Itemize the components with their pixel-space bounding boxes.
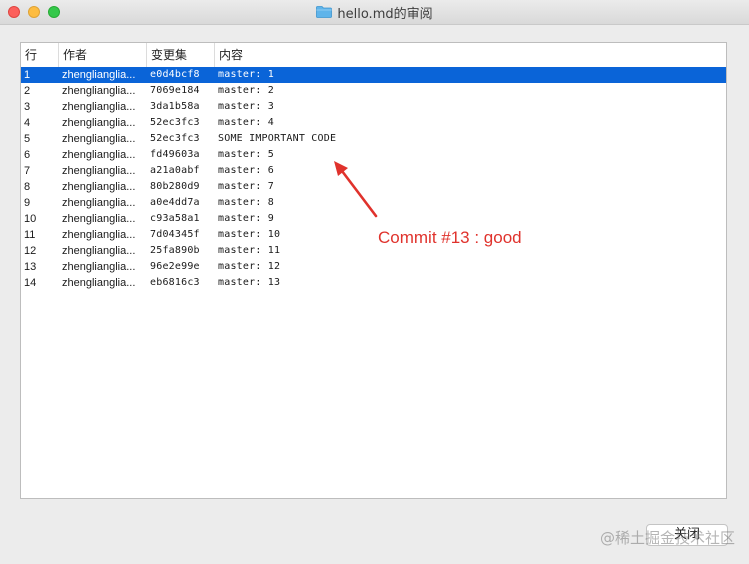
cell-line: 1 [24, 69, 31, 81]
cell-content: master: 6 [218, 165, 274, 176]
annotation-label: Commit #13 : good [378, 228, 522, 247]
cell-changeset: fd49603a [150, 149, 200, 160]
cell-content: master: 3 [218, 101, 274, 112]
cell-content: master: 9 [218, 213, 274, 224]
cell-content: master: 13 [218, 277, 281, 288]
cell-line: 12 [24, 245, 37, 257]
title-bar[interactable]: hello.md的审阅 [0, 0, 749, 25]
cell-content: master: 1 [218, 69, 274, 80]
cell-author: zhenglianglia... [62, 69, 136, 81]
cell-content: master: 7 [218, 181, 274, 192]
cell-changeset: 52ec3fc3 [150, 117, 200, 128]
cell-changeset: 7d04345f [150, 229, 200, 240]
window-title-wrap: hello.md的审阅 [0, 0, 749, 24]
cell-line: 10 [24, 213, 37, 225]
cell-line: 7 [24, 165, 31, 177]
cell-line: 11 [24, 229, 36, 241]
cell-author: zhenglianglia... [62, 133, 136, 145]
column-header-changeset[interactable]: 变更集 [147, 43, 215, 67]
cell-author: zhenglianglia... [62, 181, 136, 193]
cell-author: zhenglianglia... [62, 261, 136, 273]
cell-line: 3 [24, 101, 31, 113]
review-window: hello.md的审阅 行 作者 变更集 内容 1 zhenglianglia..… [0, 0, 749, 564]
cell-line: 4 [24, 117, 31, 129]
cell-line: 2 [24, 85, 31, 97]
cell-changeset: 7069e184 [150, 85, 200, 96]
cell-author: zhenglianglia... [62, 149, 136, 161]
table-row[interactable]: 4 zhenglianglia... 52ec3fc3 master: 4 [21, 115, 726, 131]
cell-changeset: 25fa890b [150, 245, 200, 256]
cell-author: zhenglianglia... [62, 117, 136, 129]
window-title: hello.md的审阅 [337, 6, 433, 22]
table-row[interactable]: 1 zhenglianglia... e0d4bcf8 master: 1 [21, 67, 726, 83]
cell-line: 5 [24, 133, 31, 145]
cell-author: zhenglianglia... [62, 229, 136, 241]
cell-content: master: 4 [218, 117, 274, 128]
annotate-table[interactable]: 行 作者 变更集 内容 1 zhenglianglia... e0d4bcf8 mas… [20, 42, 727, 499]
cell-line: 9 [24, 197, 31, 209]
cell-changeset: 80b280d9 [150, 181, 200, 192]
table-row[interactable]: 12 zhenglianglia... 25fa890b master: 11 [21, 243, 726, 259]
cell-content: SOME IMPORTANT CODE [218, 133, 337, 144]
cell-changeset: a0e4dd7a [150, 197, 200, 208]
table-row[interactable]: 14 zhenglianglia... eb6816c3 master: 13 [21, 275, 726, 291]
column-header-content[interactable]: 内容 [215, 43, 726, 67]
table-row[interactable]: 13 zhenglianglia... 96e2e99e master: 12 [21, 259, 726, 275]
cell-content: master: 5 [218, 149, 274, 160]
cell-changeset: 3da1b58a [150, 101, 200, 112]
cell-author: zhenglianglia... [62, 197, 136, 209]
cell-changeset: c93a58a1 [150, 213, 200, 224]
close-button[interactable]: 关闭 [646, 524, 728, 546]
cell-changeset: 52ec3fc3 [150, 133, 200, 144]
column-header-line[interactable]: 行 [21, 43, 59, 67]
cell-changeset: eb6816c3 [150, 277, 200, 288]
table-header: 行 作者 变更集 内容 [21, 43, 726, 68]
cell-author: zhenglianglia... [62, 165, 136, 177]
cell-line: 13 [24, 261, 37, 273]
cell-line: 14 [24, 277, 37, 289]
cell-line: 6 [24, 149, 31, 161]
table-row[interactable]: 11 zhenglianglia... 7d04345f master: 10 [21, 227, 726, 243]
cell-line: 8 [24, 181, 31, 193]
cell-content: master: 8 [218, 197, 274, 208]
annotation-arrow [334, 161, 378, 218]
table-row[interactable]: 2 zhenglianglia... 7069e184 master: 2 [21, 83, 726, 99]
cell-changeset: e0d4bcf8 [150, 69, 200, 80]
cell-author: zhenglianglia... [62, 101, 136, 113]
cell-author: zhenglianglia... [62, 277, 136, 289]
table-row[interactable]: 5 zhenglianglia... 52ec3fc3 SOME IMPORTANT … [21, 131, 726, 147]
column-header-author[interactable]: 作者 [59, 43, 147, 67]
cell-content: master: 12 [218, 261, 281, 272]
folder-icon [316, 6, 333, 18]
cell-author: zhenglianglia... [62, 85, 136, 97]
cell-content: master: 2 [218, 85, 274, 96]
table-row[interactable]: 3 zhenglianglia... 3da1b58a master: 3 [21, 99, 726, 115]
cell-changeset: 96e2e99e [150, 261, 200, 272]
cell-author: zhenglianglia... [62, 245, 136, 257]
cell-changeset: a21a0abf [150, 165, 200, 176]
cell-author: zhenglianglia... [62, 213, 136, 225]
